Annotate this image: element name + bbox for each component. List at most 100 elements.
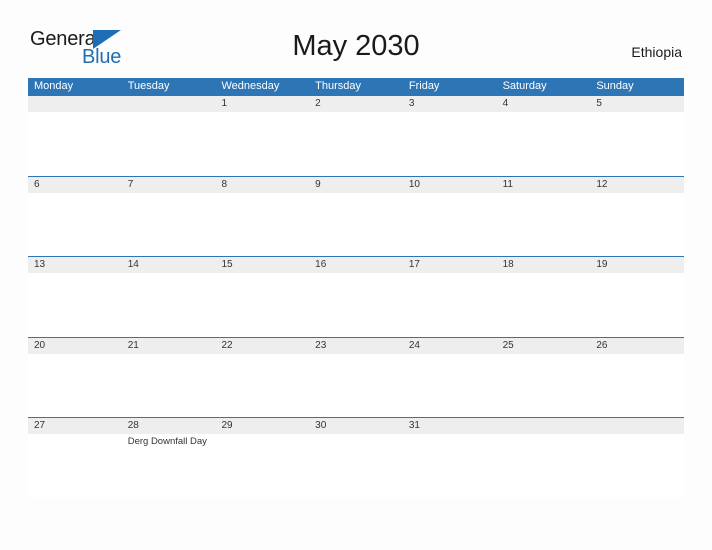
day-events xyxy=(28,193,122,195)
day-events xyxy=(590,112,684,114)
day-cell[interactable]: 21 xyxy=(121,337,216,418)
day-number: 14 xyxy=(127,259,139,270)
day-cell[interactable]: 10 xyxy=(402,176,497,257)
day-event: Derg Downfall Day xyxy=(127,436,207,447)
day-cell[interactable]: 8 xyxy=(215,176,310,257)
day-events xyxy=(215,273,309,275)
day-cell[interactable]: 31 xyxy=(402,418,497,498)
day-cell[interactable]: 29 xyxy=(215,418,310,498)
day-band xyxy=(402,96,497,112)
weekday-header-tuesday: Tuesday xyxy=(127,80,170,92)
day-cell[interactable]: 27 xyxy=(28,418,122,498)
day-band xyxy=(121,176,216,193)
day-number: 20 xyxy=(34,339,46,351)
day-number: 18 xyxy=(502,259,514,270)
day-number: 16 xyxy=(315,259,327,270)
day-number: 6 xyxy=(34,178,40,190)
day-cell[interactable]: 17 xyxy=(402,257,497,337)
weekday-header-sunday: Sunday xyxy=(596,80,634,92)
weekday-header-monday: Monday xyxy=(34,80,74,92)
day-cell[interactable] xyxy=(590,418,685,498)
day-events xyxy=(215,112,309,114)
day-number: 19 xyxy=(596,259,608,270)
day-events xyxy=(590,434,684,436)
day-number: 17 xyxy=(408,259,420,270)
day-cell[interactable]: 13 xyxy=(28,257,122,337)
day-cell[interactable]: 19 xyxy=(590,257,685,337)
day-events xyxy=(309,273,403,275)
day-cell[interactable]: 14 xyxy=(121,257,216,337)
day-number: 26 xyxy=(596,339,608,351)
day-cell[interactable]: 12 xyxy=(590,176,685,257)
day-band xyxy=(496,96,591,112)
day-events xyxy=(403,273,497,275)
week-row: 27 28 Derg Downfall Day 29 30 31 xyxy=(28,417,685,498)
day-band xyxy=(590,96,685,112)
day-cell[interactable] xyxy=(121,96,216,176)
day-cell[interactable]: 1 xyxy=(215,96,310,176)
day-number: 30 xyxy=(315,420,327,431)
day-number: 31 xyxy=(408,420,420,431)
day-events xyxy=(309,354,403,356)
day-cell[interactable]: 2 xyxy=(309,96,403,176)
day-band xyxy=(28,176,122,193)
day-cell[interactable]: 28 Derg Downfall Day xyxy=(121,418,216,498)
day-cell[interactable]: 11 xyxy=(496,176,591,257)
day-cell[interactable]: 16 xyxy=(309,257,403,337)
day-number: 23 xyxy=(315,339,327,351)
day-cell[interactable]: 25 xyxy=(496,337,591,418)
day-number: 27 xyxy=(34,420,46,431)
day-events xyxy=(309,434,403,436)
day-band xyxy=(309,176,403,193)
day-events xyxy=(403,354,497,356)
month-grid: Monday Tuesday Wednesday Thursday Friday… xyxy=(28,78,685,498)
day-cell[interactable]: 23 xyxy=(309,337,403,418)
day-cell[interactable]: 9 xyxy=(309,176,403,257)
day-cell[interactable]: 4 xyxy=(496,96,591,176)
day-events xyxy=(497,193,591,195)
day-number: 4 xyxy=(502,98,509,109)
day-cell[interactable]: 26 xyxy=(590,337,685,418)
day-cell[interactable]: 20 xyxy=(28,337,122,418)
day-events: Derg Downfall Day xyxy=(122,434,216,448)
day-cell[interactable]: 24 xyxy=(402,337,497,418)
day-cell[interactable]: 7 xyxy=(121,176,216,257)
week-row: 6 7 8 9 10 11 12 xyxy=(28,175,685,257)
day-events xyxy=(215,354,309,356)
day-number: 12 xyxy=(596,178,608,190)
day-events xyxy=(122,193,216,195)
weekday-header-thursday: Thursday xyxy=(315,80,362,92)
day-cell[interactable]: 15 xyxy=(215,257,310,337)
day-events xyxy=(28,273,122,275)
weekday-header-friday: Friday xyxy=(408,80,440,92)
day-cell[interactable]: 18 xyxy=(496,257,591,337)
day-cell[interactable]: 6 xyxy=(28,176,122,257)
day-number: 8 xyxy=(221,178,227,190)
day-events xyxy=(215,193,309,195)
day-number: 29 xyxy=(221,420,233,431)
weekday-header-saturday: Saturday xyxy=(502,80,547,92)
day-events xyxy=(122,354,216,356)
page-title: May 2030 xyxy=(292,30,420,62)
day-cell[interactable]: 3 xyxy=(402,96,497,176)
day-cell[interactable] xyxy=(28,96,122,176)
day-cell[interactable]: 30 xyxy=(309,418,403,498)
day-number: 9 xyxy=(315,178,321,190)
week-row: 1 2 3 4 5 xyxy=(28,95,685,176)
day-number: 24 xyxy=(408,339,420,351)
day-events xyxy=(122,273,216,275)
day-events xyxy=(403,193,497,195)
day-cell[interactable]: 5 xyxy=(590,96,685,176)
day-number: 13 xyxy=(34,259,46,270)
day-events xyxy=(122,112,216,114)
day-events xyxy=(590,193,684,195)
day-cell[interactable]: 22 xyxy=(215,337,310,418)
weekday-header-wednesday: Wednesday xyxy=(221,80,280,92)
day-band xyxy=(590,418,685,434)
day-number: 25 xyxy=(502,339,514,351)
week-row: 13 14 15 16 17 18 19 xyxy=(28,256,685,337)
day-number: 15 xyxy=(221,259,233,270)
day-events xyxy=(590,354,684,356)
day-band xyxy=(121,96,216,112)
day-cell[interactable] xyxy=(496,418,591,498)
